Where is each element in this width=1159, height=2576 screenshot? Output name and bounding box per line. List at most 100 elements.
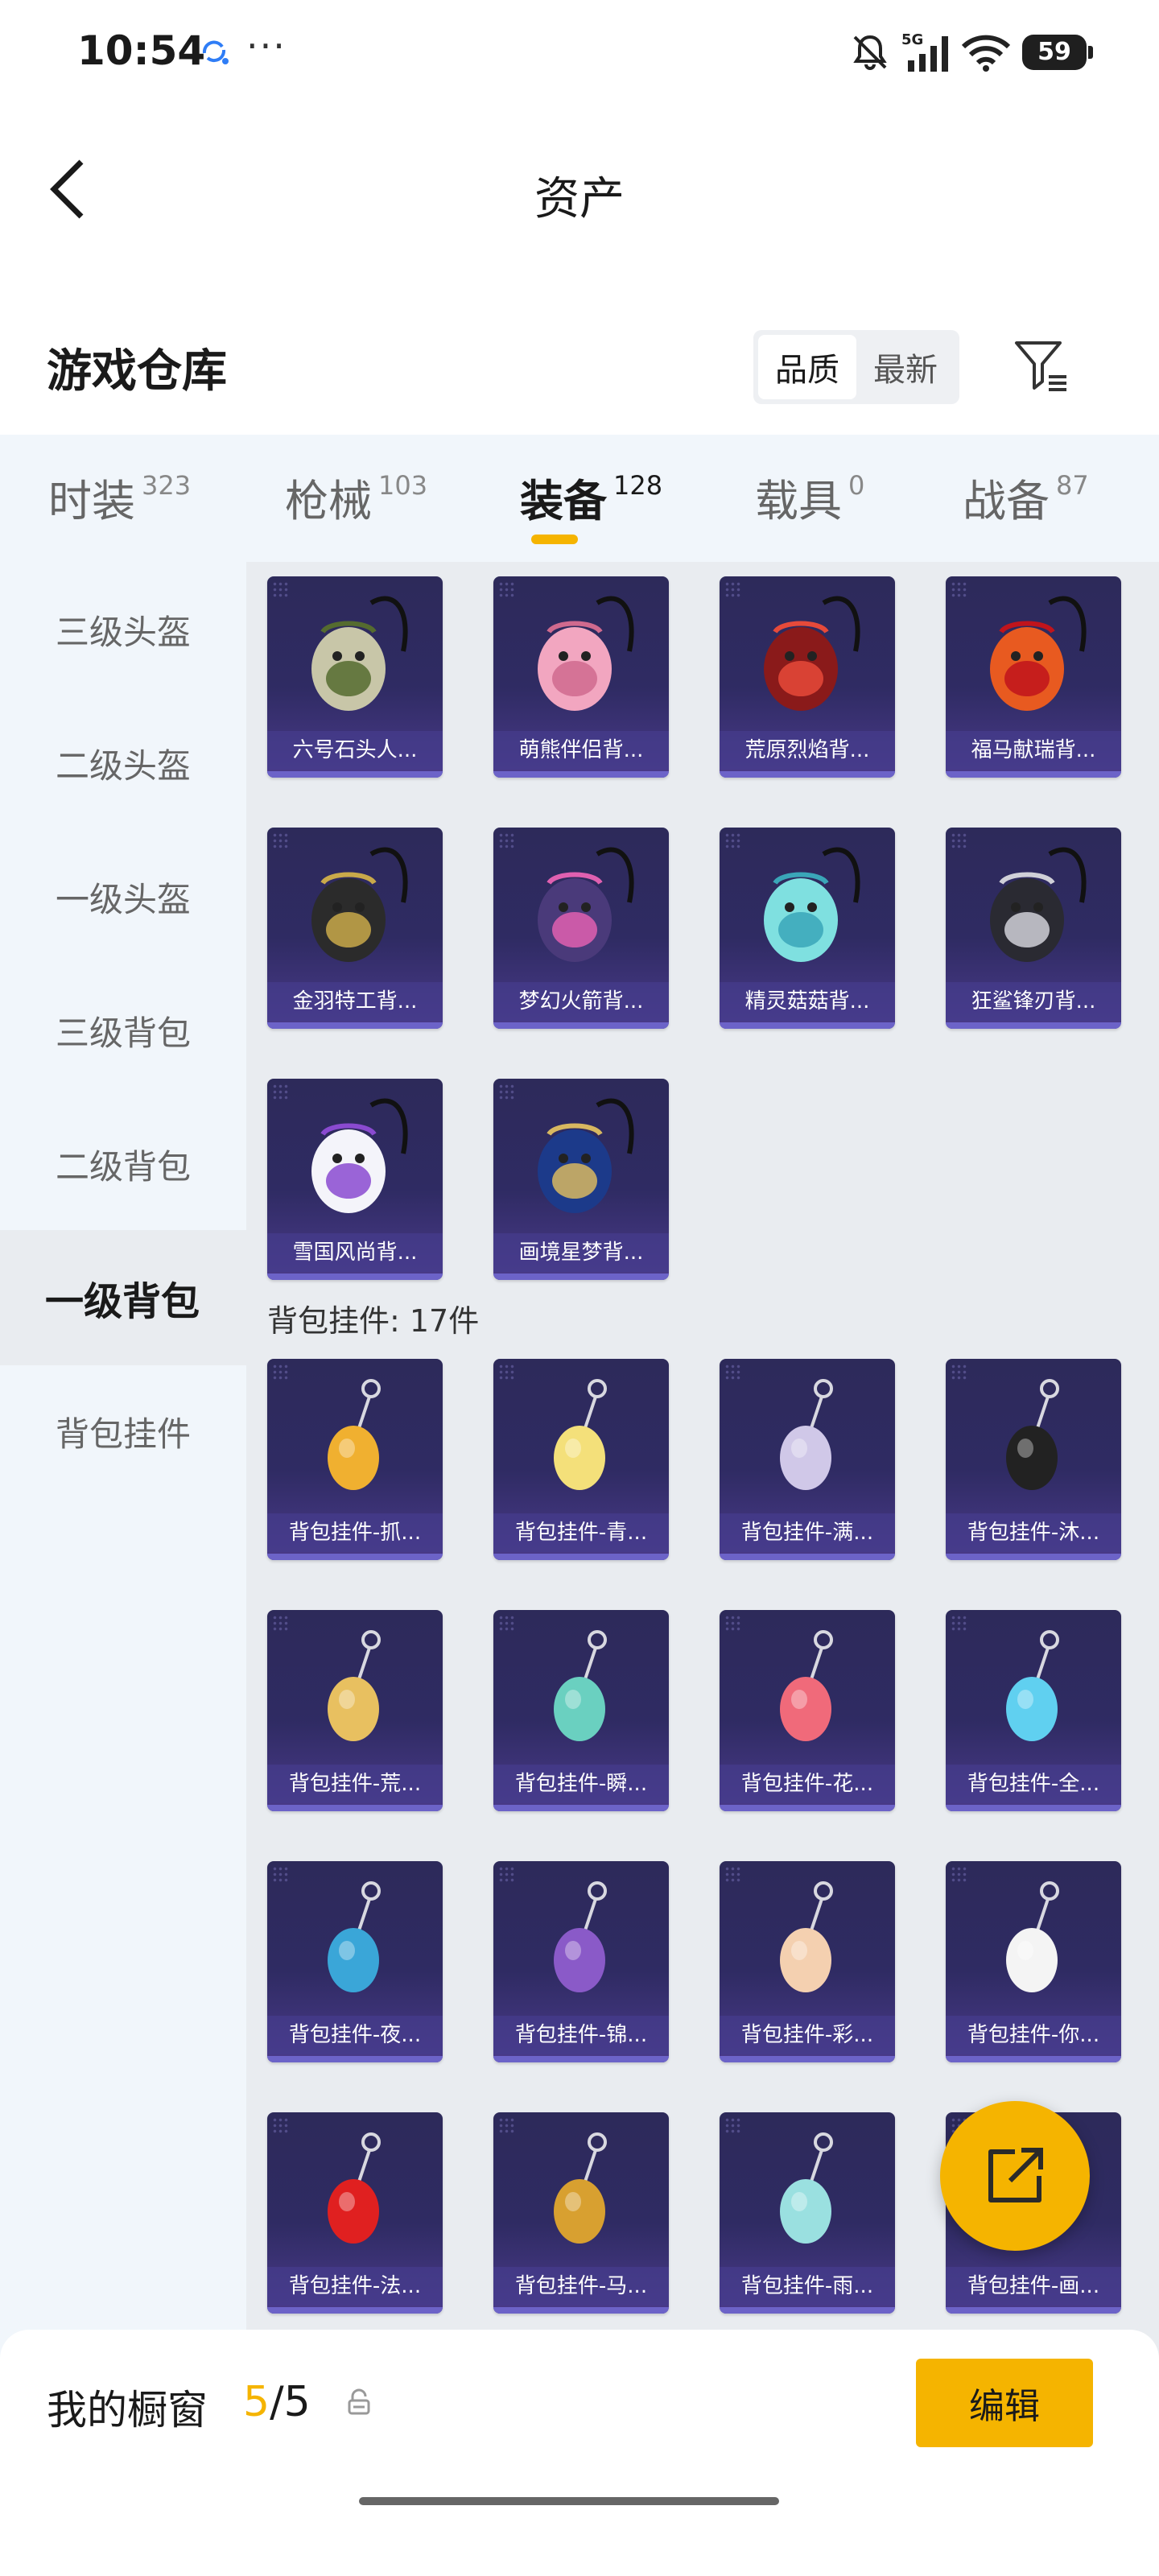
showcase-separator: / (270, 2378, 284, 2426)
tab-firearms[interactable]: 枪械 103 (285, 465, 427, 546)
status-icons: 5G 59 (850, 24, 1093, 80)
sort-quality-button[interactable]: 品质 (758, 335, 856, 399)
item-card[interactable]: 萌熊伴侣背... (493, 576, 669, 778)
item-card[interactable]: 背包挂件-瞬... (493, 1610, 669, 1811)
item-card[interactable]: 精灵菇菇背... (720, 828, 895, 1029)
item-card[interactable]: 背包挂件-雨... (720, 2112, 895, 2314)
rarity-bar (493, 1274, 669, 1280)
filter-button[interactable] (1009, 332, 1074, 401)
battery-indicator: 59 (1022, 35, 1093, 70)
icecream-pendant-icon (720, 1861, 895, 2018)
item-card-label: 福马献瑞背... (946, 731, 1121, 770)
item-card[interactable]: 背包挂件-花... (720, 1610, 895, 1811)
shark-backpack-icon (946, 828, 1121, 985)
tab-count: 87 (1056, 470, 1089, 501)
item-card[interactable]: 六号石头人... (267, 576, 443, 778)
pendants-section-title: 背包挂件: 17件 (267, 1303, 480, 1339)
lock-icon (348, 2388, 370, 2415)
status-bar: 10:54 ··· 5G 59 (0, 0, 1159, 105)
umbrella-pendant-icon (720, 2112, 895, 2269)
rarity-bar (720, 2307, 895, 2314)
item-card[interactable]: 画境星梦背... (493, 1079, 669, 1280)
status-time: 10:54 (77, 27, 206, 74)
rarity-bar (720, 1805, 895, 1811)
item-card[interactable]: 梦幻火箭背... (493, 828, 669, 1029)
tab-count: 103 (378, 470, 428, 501)
item-card-label: 萌熊伴侣背... (493, 731, 669, 770)
rarity-bar (720, 1554, 895, 1560)
item-card[interactable]: 背包挂件-夜... (267, 1861, 443, 2062)
item-card-label: 背包挂件-花... (720, 1765, 895, 1803)
active-tab-indicator (531, 535, 578, 544)
rarity-bar (720, 771, 895, 778)
tab-fashion[interactable]: 时装 323 (48, 465, 191, 546)
tab-label: 时装 (48, 476, 135, 526)
tab-label: 装备 (520, 476, 607, 526)
tab-count: 128 (613, 470, 663, 501)
item-card[interactable]: 背包挂件-法... (267, 2112, 443, 2314)
agent-backpack-icon (267, 828, 443, 985)
tab-vehicles[interactable]: 载具 0 (755, 465, 864, 546)
item-card[interactable]: 背包挂件-抓... (267, 1359, 443, 1560)
rarity-bar (493, 1805, 669, 1811)
tab-supplies[interactable]: 战备 87 (963, 465, 1089, 546)
warehouse-title: 游戏仓库 (47, 345, 227, 398)
stone-backpack-icon (267, 576, 443, 733)
edit-showcase-button[interactable]: 编辑 (916, 2359, 1093, 2447)
item-card[interactable]: 背包挂件-荒... (267, 1610, 443, 1811)
item-card[interactable]: 背包挂件-沐... (946, 1359, 1121, 1560)
sidebar-item-helmet-lv1[interactable]: 一级头盔 (0, 829, 246, 964)
tab-label: 枪械 (285, 476, 372, 526)
sidebar-item-pendants[interactable]: 背包挂件 (0, 1364, 246, 1499)
showcase-label: 我的橱窗 (47, 2387, 208, 2434)
item-card-label: 精灵菇菇背... (720, 982, 895, 1021)
tab-label: 战备 (963, 476, 1050, 526)
item-card[interactable]: 背包挂件-你... (946, 1861, 1121, 2062)
sort-newest-button[interactable]: 最新 (856, 335, 955, 399)
item-card[interactable]: 背包挂件-马... (493, 2112, 669, 2314)
item-card-label: 背包挂件-沐... (946, 1513, 1121, 1552)
item-card[interactable]: 背包挂件-彩... (720, 1861, 895, 2062)
rarity-bar (493, 1022, 669, 1029)
filter-icon (1015, 341, 1066, 391)
item-card[interactable]: 金羽特工背... (267, 828, 443, 1029)
item-card[interactable]: 狂鲨锋刃背... (946, 828, 1121, 1029)
external-link-icon (988, 2148, 1043, 2202)
item-card-label: 背包挂件-瞬... (493, 1765, 669, 1803)
tab-count: 0 (848, 470, 865, 501)
rarity-bar (946, 1554, 1121, 1560)
bear-backpack-icon (493, 576, 669, 733)
tab-equipment[interactable]: 装备 128 (520, 465, 662, 546)
item-card-label: 金羽特工背... (267, 982, 443, 1021)
item-card[interactable]: 背包挂件-锦... (493, 1861, 669, 2062)
item-card[interactable]: 背包挂件-满... (720, 1359, 895, 1560)
pear-pendant-icon (493, 1359, 669, 1516)
item-card[interactable]: 背包挂件-青... (493, 1359, 669, 1560)
item-card-label: 画境星梦背... (493, 1233, 669, 1272)
sidebar-item-backpack-lv2[interactable]: 二级背包 (0, 1096, 246, 1232)
rarity-bar (493, 1554, 669, 1560)
item-card-label: 背包挂件-夜... (267, 2016, 443, 2054)
item-card-label: 背包挂件-雨... (720, 2267, 895, 2306)
tab-label: 载具 (755, 476, 842, 526)
sidebar-item-backpack-lv3[interactable]: 三级背包 (0, 963, 246, 1098)
sidebar-item-backpack-lv1[interactable]: 一级背包 (0, 1230, 246, 1365)
rarity-bar (267, 1274, 443, 1280)
wifi-icon (961, 35, 1011, 72)
item-card[interactable]: 荒原烈焰背... (720, 576, 895, 778)
item-card[interactable]: 福马献瑞背... (946, 576, 1121, 778)
bunny-backpack-icon (267, 1079, 443, 1236)
category-tabs: 时装 323 枪械 103 装备 128 载具 0 战备 87 (0, 435, 1159, 562)
item-card[interactable]: 雪国风尚背... (267, 1079, 443, 1280)
rarity-bar (946, 2307, 1121, 2314)
sidebar-item-helmet-lv3[interactable]: 三级头盔 (0, 562, 246, 697)
rarity-bar (720, 2056, 895, 2062)
signal-icon: 5G (901, 31, 948, 72)
item-card[interactable]: 背包挂件-全... (946, 1610, 1121, 1811)
showcase-total: 5 (283, 2378, 311, 2426)
sidebar-item-helmet-lv2[interactable]: 二级头盔 (0, 696, 246, 831)
charm-pendant-icon (720, 1610, 895, 1767)
item-card-label: 背包挂件-青... (493, 1513, 669, 1552)
share-fab-button[interactable] (940, 2101, 1090, 2251)
item-card-label: 背包挂件-抓... (267, 1513, 443, 1552)
